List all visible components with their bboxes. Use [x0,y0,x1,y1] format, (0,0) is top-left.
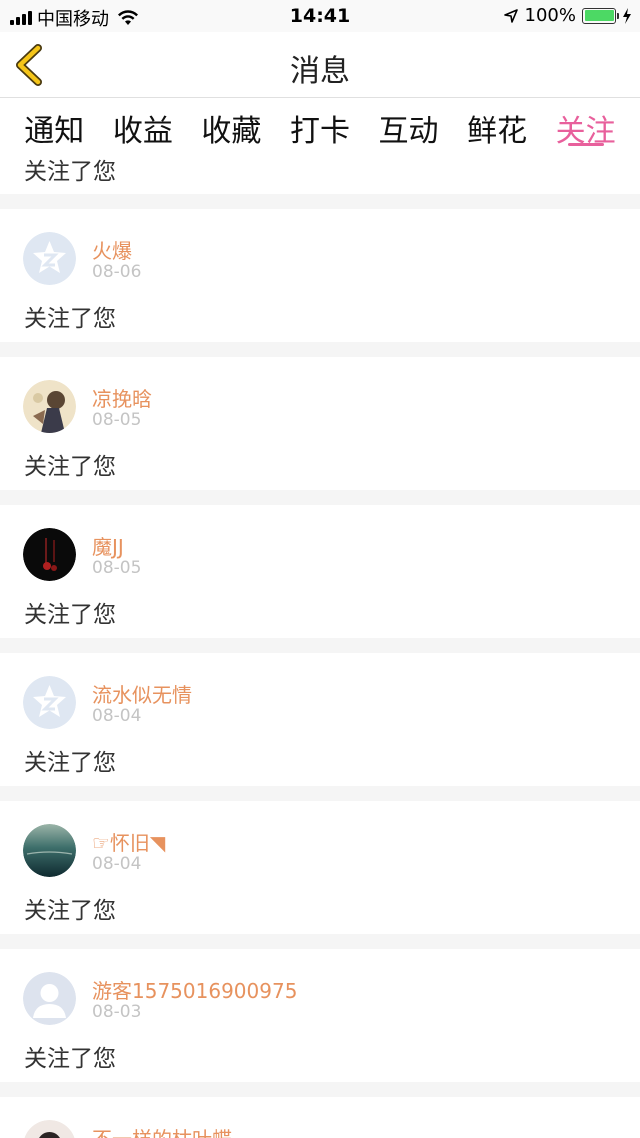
nav-bar: 消息 [0,32,640,98]
list-item[interactable]: 关注了您 [0,150,640,194]
list-item[interactable]: 游客1575016900975 08-03 关注了您 [0,949,640,1082]
battery-percent: 100% [524,5,576,26]
tab-bar: 通知 收益 收藏 打卡 互动 鲜花 关注 [0,98,640,150]
tab-interactions[interactable]: 互动 [379,98,439,150]
list-item[interactable]: 凉挽晗 08-05 关注了您 [0,357,640,490]
avatar[interactable] [23,380,76,433]
avatar[interactable] [23,232,76,285]
battery-level [584,10,614,21]
avatar[interactable] [23,1120,76,1138]
item-date: 08-06 [92,262,142,282]
item-username[interactable]: 游客1575016900975 [92,975,297,1004]
location-arrow-icon [503,8,518,23]
item-message: 关注了您 [24,750,116,776]
list-item[interactable]: ☞怀旧◥ 08-04 关注了您 [0,801,640,934]
tab-checkin[interactable]: 打卡 [290,98,350,150]
dark-photo-avatar-icon [23,528,76,581]
status-bar: 中国移动 14:41 100% [0,0,640,32]
charging-bolt-icon [623,7,631,24]
battery-icon [582,7,619,24]
photo-avatar-icon [23,380,76,433]
avatar[interactable] [23,824,76,877]
item-message: 关注了您 [24,1046,116,1072]
item-username[interactable]: 流水似无情 [92,679,192,708]
item-date: 08-04 [92,706,142,726]
item-username[interactable]: 火爆 [92,235,132,264]
tab-flowers[interactable]: 鲜花 [467,98,527,150]
list-item[interactable]: 火爆 08-06 关注了您 [0,209,640,342]
item-message: 关注了您 [24,159,116,185]
qzone-avatar-icon [23,676,76,729]
item-username[interactable]: ☞怀旧◥ [92,827,165,856]
avatar[interactable] [23,972,76,1025]
item-date: 08-03 [92,1002,142,1022]
follow-list: 关注了您 火爆 08-06 关注了您 凉挽晗 08-05 关注了您 魔JJ 08… [0,150,640,1138]
item-message: 关注了您 [24,898,116,924]
page-title: 消息 [290,54,350,89]
tab-favorites[interactable]: 收藏 [201,98,261,150]
item-message: 关注了您 [24,454,116,480]
item-date: 08-04 [92,854,142,874]
ocean-photo-avatar-icon [23,824,76,877]
item-date: 08-05 [92,558,142,578]
photo-avatar-icon [24,1120,75,1138]
item-date: 08-05 [92,410,142,430]
list-item[interactable]: 魔JJ 08-05 关注了您 [0,505,640,638]
item-username[interactable]: 魔JJ [92,531,124,560]
avatar[interactable] [23,528,76,581]
item-username[interactable]: 不一样的枯叶蝶 [92,1123,232,1138]
default-person-avatar-icon [23,972,76,1025]
tab-notifications[interactable]: 通知 [24,98,84,150]
list-item[interactable]: 不一样的枯叶蝶 [0,1097,640,1138]
tab-follows[interactable]: 关注 [556,98,616,150]
item-message: 关注了您 [24,602,116,628]
qzone-avatar-icon [23,232,76,285]
list-item[interactable]: 流水似无情 08-04 关注了您 [0,653,640,786]
tab-earnings[interactable]: 收益 [113,98,173,150]
item-username[interactable]: 凉挽晗 [92,383,152,412]
avatar[interactable] [23,676,76,729]
item-message: 关注了您 [24,306,116,332]
status-right: 100% [503,5,632,26]
